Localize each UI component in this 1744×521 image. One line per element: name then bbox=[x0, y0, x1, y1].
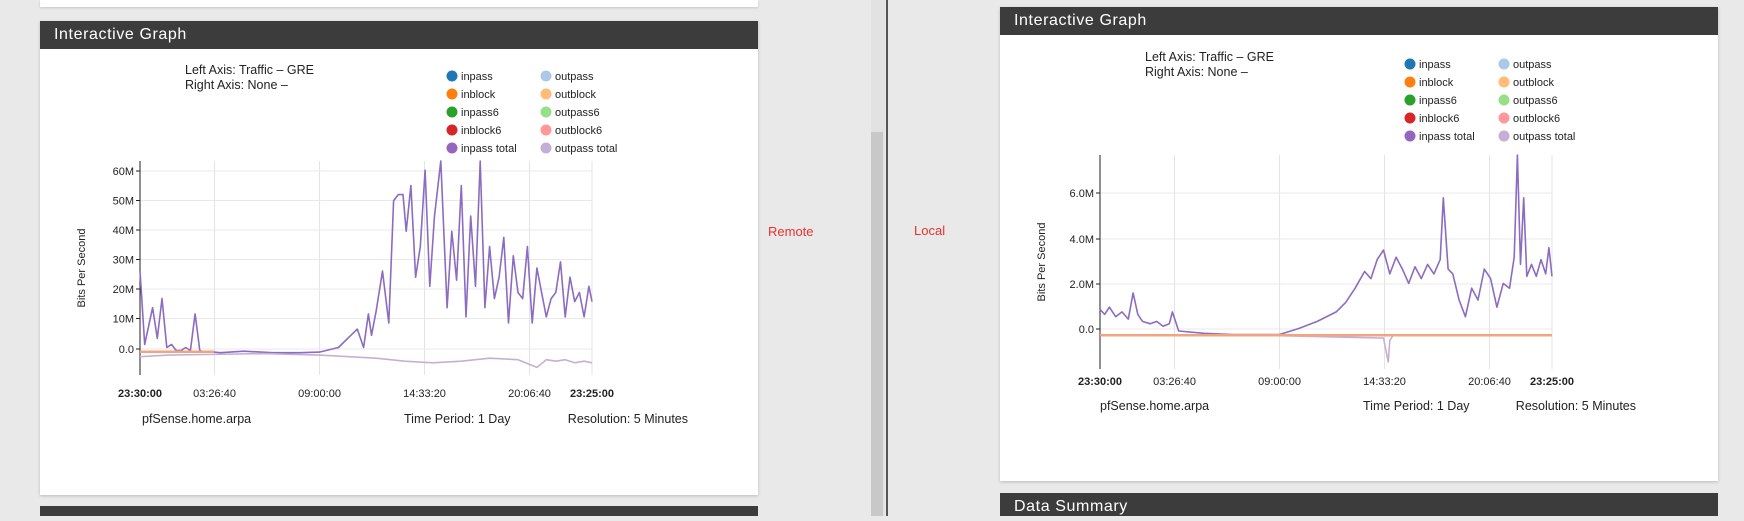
legend-swatch-outpass-total bbox=[540, 142, 552, 154]
legend-swatch-outpass-total bbox=[1498, 130, 1510, 142]
legend-label-inpass: inpass bbox=[461, 71, 493, 83]
legend-label-inpass-total: inpass total bbox=[461, 143, 517, 155]
series-line-inpass-total bbox=[139, 160, 593, 354]
legend-swatch-outpass bbox=[540, 70, 552, 82]
y-tick-label: 2.0M bbox=[1070, 279, 1094, 291]
legend-swatch-outpass bbox=[1498, 58, 1510, 70]
pane-divider[interactable] bbox=[886, 0, 888, 516]
x-tick-label: 20:06:40 bbox=[1468, 376, 1511, 388]
legend-label-outblock6: outblock6 bbox=[1513, 113, 1560, 125]
x-tick-label: 14:33:20 bbox=[403, 388, 446, 400]
legend-label-inblock: inblock bbox=[1419, 77, 1454, 89]
y-tick-label: 60M bbox=[113, 166, 134, 178]
time-period: Time Period: 1 Day bbox=[1363, 399, 1470, 413]
remote-graph-panel: Interactive Graph Left Axis: Traffic – G… bbox=[40, 21, 758, 495]
next-panel-heading bbox=[40, 506, 758, 516]
y-tick-label: 6.0M bbox=[1070, 188, 1094, 200]
y-tick-label: 0.0 bbox=[119, 344, 134, 356]
legend-swatch-outblock6 bbox=[540, 124, 552, 136]
y-tick-label: 20M bbox=[113, 284, 134, 296]
legend-label-inpass: inpass bbox=[1419, 59, 1451, 71]
legend-swatch-inpass6 bbox=[1404, 94, 1416, 106]
y-tick-label: 0.0 bbox=[1079, 324, 1094, 336]
scrollbar-thumb[interactable] bbox=[871, 132, 883, 516]
legend-label-outpass: outpass bbox=[1513, 59, 1552, 71]
y-tick-label: 40M bbox=[113, 225, 134, 237]
previous-panel-bottom bbox=[40, 0, 758, 7]
legend-swatch-inblock bbox=[1404, 76, 1416, 88]
legend-label-inblock: inblock bbox=[461, 89, 496, 101]
legend-label-outpass6: outpass6 bbox=[555, 107, 600, 119]
y-axis-title: Bits Per Second bbox=[1036, 223, 1048, 302]
x-tick-label: 09:00:00 bbox=[298, 388, 341, 400]
y-tick-label: 50M bbox=[113, 196, 134, 208]
legend-label-outpass6: outpass6 bbox=[1513, 95, 1558, 107]
left-axis-label: Left Axis: Traffic – GRE bbox=[1145, 50, 1274, 64]
legend-swatch-inpass-total bbox=[1404, 130, 1416, 142]
legend-label-inpass6: inpass6 bbox=[1419, 95, 1457, 107]
legend-label-inpass6: inpass6 bbox=[461, 107, 499, 119]
legend-swatch-outpass6 bbox=[1498, 94, 1510, 106]
x-tick-label: 14:33:20 bbox=[1363, 376, 1406, 388]
y-axis-title: Bits Per Second bbox=[76, 229, 88, 308]
legend-label-outpass-total: outpass total bbox=[555, 143, 617, 155]
legend-swatch-inpass6 bbox=[446, 106, 458, 118]
legend-swatch-outpass6 bbox=[540, 106, 552, 118]
y-tick-label: 4.0M bbox=[1070, 234, 1094, 246]
x-tick-label: 20:06:40 bbox=[508, 388, 551, 400]
host-name: pfSense.home.arpa bbox=[142, 412, 251, 426]
x-tick-label: 03:26:40 bbox=[193, 388, 236, 400]
remote-label: Remote bbox=[768, 224, 814, 239]
x-tick-label: 23:30:00 bbox=[1078, 376, 1122, 388]
x-tick-label: 23:30:00 bbox=[118, 388, 162, 400]
left-axis-label: Left Axis: Traffic – GRE bbox=[185, 63, 314, 77]
legend-label-outblock: outblock bbox=[1513, 77, 1554, 89]
series-line-outpass-total bbox=[1100, 334, 1552, 363]
local-label: Local bbox=[914, 223, 946, 238]
legend-label-outpass: outpass bbox=[555, 71, 594, 83]
legend-swatch-inpass bbox=[1404, 58, 1416, 70]
host-name: pfSense.home.arpa bbox=[1100, 399, 1209, 413]
x-tick-label: 09:00:00 bbox=[1258, 376, 1301, 388]
legend-swatch-outblock bbox=[540, 88, 552, 100]
legend-label-outblock6: outblock6 bbox=[555, 125, 602, 137]
legend-swatch-outblock6 bbox=[1498, 112, 1510, 124]
right-axis-label: Right Axis: None – bbox=[1145, 65, 1248, 79]
legend-swatch-inpass bbox=[446, 70, 458, 82]
resolution: Resolution: 5 Minutes bbox=[568, 412, 688, 426]
legend-swatch-inblock6 bbox=[446, 124, 458, 136]
series-line-outpass-total bbox=[139, 352, 593, 369]
legend-swatch-inpass-total bbox=[446, 142, 458, 154]
legend-label-inblock6: inblock6 bbox=[461, 125, 501, 137]
legend-swatch-inblock6 bbox=[1404, 112, 1416, 124]
right-axis-label: Right Axis: None – bbox=[185, 78, 288, 92]
y-tick-label: 30M bbox=[113, 255, 134, 267]
legend-label-outblock: outblock bbox=[555, 89, 596, 101]
time-period: Time Period: 1 Day bbox=[404, 412, 511, 426]
resolution: Resolution: 5 Minutes bbox=[1516, 399, 1636, 413]
legend-label-inblock6: inblock6 bbox=[1419, 113, 1459, 125]
series-line-inpass-total bbox=[1099, 154, 1553, 336]
x-tick-label: 23:25:00 bbox=[570, 388, 614, 400]
legend-label-outpass-total: outpass total bbox=[1513, 131, 1575, 143]
legend-swatch-outblock bbox=[1498, 76, 1510, 88]
data-summary-heading[interactable]: Data Summary bbox=[1000, 493, 1718, 516]
legend-swatch-inblock bbox=[446, 88, 458, 100]
legend-label-inpass-total: inpass total bbox=[1419, 131, 1475, 143]
remote-traffic-chart[interactable]: Left Axis: Traffic – GRERight Axis: None… bbox=[40, 21, 758, 495]
x-tick-label: 03:26:40 bbox=[1153, 376, 1196, 388]
local-traffic-chart[interactable]: Left Axis: Traffic – GRERight Axis: None… bbox=[1000, 7, 1718, 481]
local-graph-panel: Interactive Graph Left Axis: Traffic – G… bbox=[1000, 7, 1718, 481]
x-tick-label: 23:25:00 bbox=[1530, 376, 1574, 388]
y-tick-label: 10M bbox=[113, 314, 134, 326]
